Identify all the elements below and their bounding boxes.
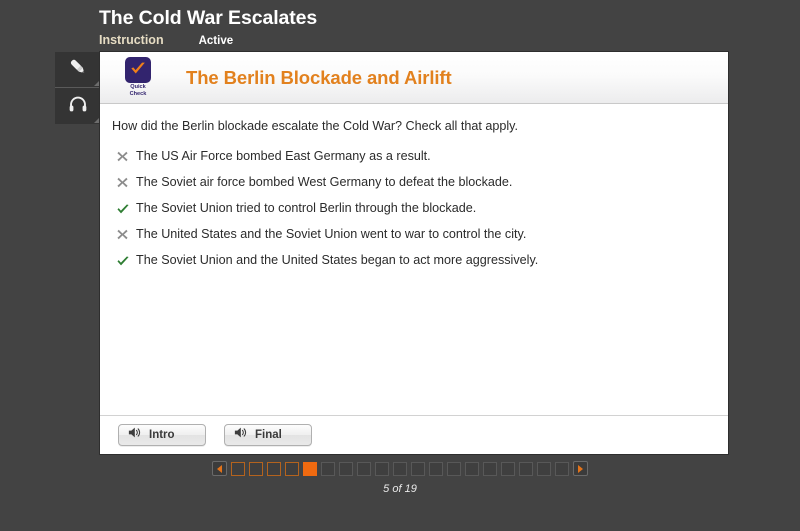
pager-step-9[interactable] [375,461,389,476]
pager-step-14[interactable] [465,461,479,476]
pager-step-13[interactable] [447,461,461,476]
audio-tool-button[interactable] [55,88,100,124]
tab-active[interactable]: Active [199,33,234,49]
pager-step-18[interactable] [537,461,551,476]
pager-step-5[interactable] [303,461,317,476]
title-block: The Cold War Escalates Instruction Activ… [99,6,317,49]
pager-step-15[interactable] [483,461,497,476]
badge-line-1: Quick [130,84,146,90]
headphones-icon [67,93,89,120]
pager-step-16[interactable] [501,461,515,476]
check-icon [116,253,136,268]
orange-checkmark-icon [128,58,148,83]
pager-step-7[interactable] [339,461,353,476]
pager-step-8[interactable] [357,461,371,476]
final-audio-button[interactable]: Final [224,424,312,446]
quick-check-label: Quick Check [130,84,147,98]
option-row: The Soviet Union tried to control Berlin… [116,201,728,216]
option-row: The Soviet air force bombed West Germany… [116,175,728,190]
chevron-left-icon [217,464,222,473]
pager-step-2[interactable] [249,461,263,476]
intro-audio-button[interactable]: Intro [118,424,206,446]
pager-step-17[interactable] [519,461,533,476]
pager-step-19[interactable] [555,461,569,476]
cross-icon [116,175,136,189]
option-row: The Soviet Union and the United States b… [116,253,728,268]
pager-step-3[interactable] [267,461,281,476]
tab-instruction[interactable]: Instruction [99,32,164,48]
card-footer: Intro Final [100,415,728,454]
tool-corner-indicator [94,81,99,86]
option-row: The US Air Force bombed East Germany as … [116,149,728,164]
intro-audio-label: Intro [149,429,175,441]
pager-prev-button[interactable] [212,461,227,476]
pagination-bar [0,461,800,476]
pager-next-button[interactable] [573,461,588,476]
tool-corner-indicator [94,118,99,123]
pager-step-11[interactable] [411,461,425,476]
content-card: Quick Check The Berlin Blockade and Airl… [100,52,728,454]
lesson-title: The Berlin Blockade and Airlift [186,66,452,88]
check-icon [116,201,136,216]
pager-step-6[interactable] [321,461,335,476]
highlighter-tool-button[interactable] [55,52,100,88]
pager-step-4[interactable] [285,461,299,476]
option-text: The United States and the Soviet Union w… [136,227,527,241]
option-text: The Soviet air force bombed West Germany… [136,175,513,189]
option-text: The US Air Force bombed East Germany as … [136,149,431,163]
pager-step-1[interactable] [231,461,245,476]
option-row: The United States and the Soviet Union w… [116,227,728,242]
quick-check-square [125,57,151,83]
badge-line-2: Check [129,91,147,97]
cross-icon [116,149,136,163]
speaker-icon [233,425,248,445]
left-toolbar [55,52,100,124]
card-body: How did the Berlin blockade escalate the… [100,104,728,268]
page-status: 5 of 19 [383,483,417,495]
pencil-icon [67,56,89,83]
final-audio-label: Final [255,429,282,441]
pager-step-12[interactable] [429,461,443,476]
option-text: The Soviet Union and the United States b… [136,253,539,267]
page-title: The Cold War Escalates [99,7,318,29]
question-text: How did the Berlin blockade escalate the… [112,119,519,133]
option-text: The Soviet Union tried to control Berlin… [136,201,477,215]
quick-check-badge: Quick Check [120,57,156,98]
tab-row: Instruction Active [99,32,317,49]
cross-icon [116,227,136,241]
pager-step-10[interactable] [393,461,407,476]
chevron-right-icon [578,464,583,473]
card-header: Quick Check The Berlin Blockade and Airl… [100,52,728,104]
options-list: The US Air Force bombed East Germany as … [116,149,728,268]
speaker-icon [127,425,142,445]
